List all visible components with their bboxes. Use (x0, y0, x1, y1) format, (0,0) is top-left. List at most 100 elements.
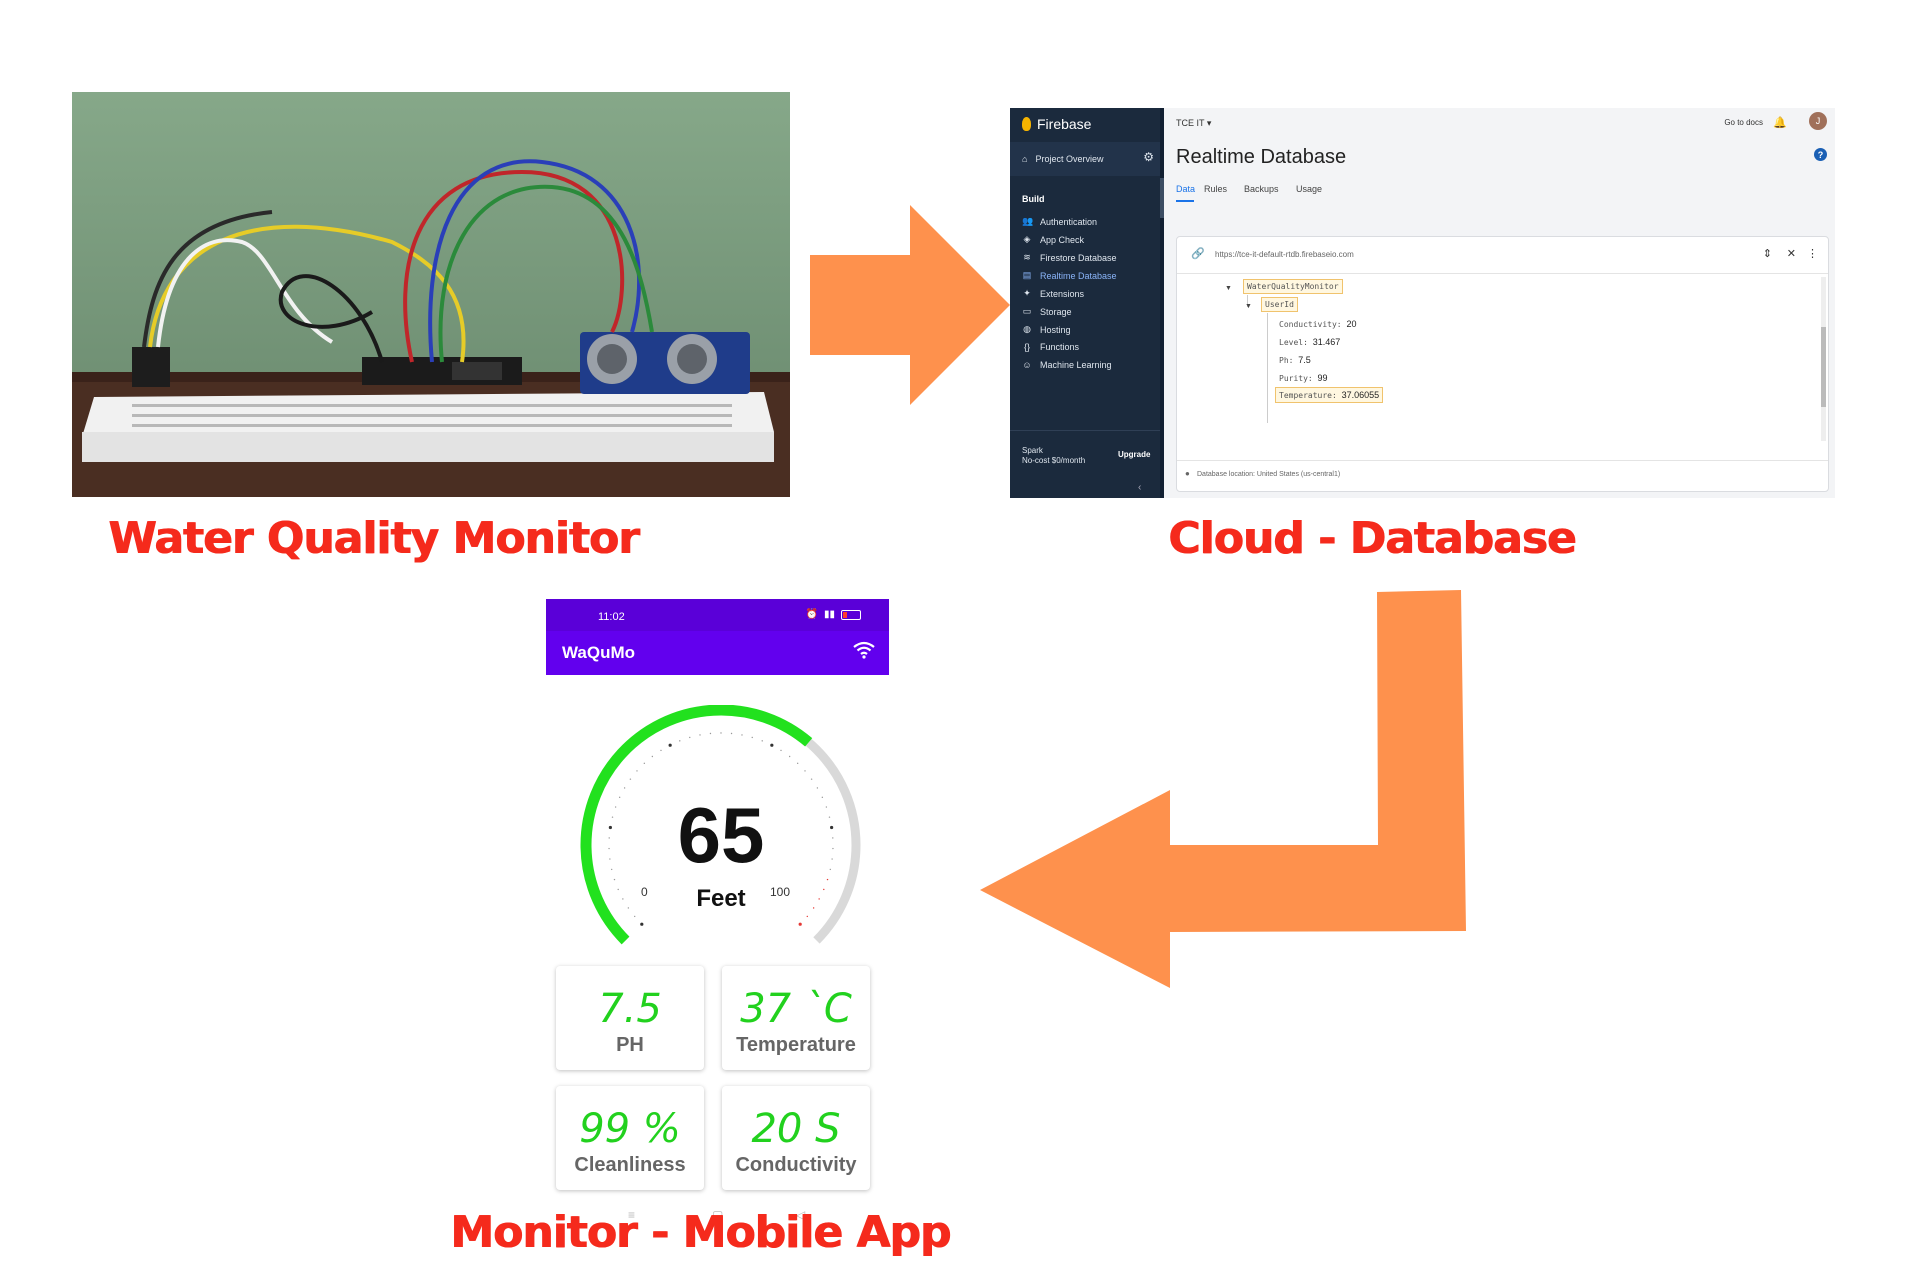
functions-icon: {} (1023, 342, 1030, 352)
collapse-icon[interactable]: ✕ (1787, 247, 1796, 260)
database-footer: ● Database location: United States (us-c… (1177, 460, 1828, 491)
sidebar-item-machine-learning[interactable]: ☺ Machine Learning (1022, 360, 1111, 370)
tree-field-level[interactable]: Level: 31.467 (1279, 337, 1340, 347)
gauge-tick (623, 787, 626, 789)
database-url[interactable]: https://tce-it-default-rtdb.firebaseio.c… (1215, 250, 1354, 259)
firebase-sidebar: Firebase ⌂ Project Overview ⚙ Build 👥 Aut… (1010, 108, 1164, 498)
chevron-left-icon[interactable]: ‹ (1138, 482, 1141, 493)
caption-cloud-database: Cloud - Database (1168, 513, 1576, 564)
tab-rules[interactable]: Rules (1204, 184, 1227, 194)
field-key: Level (1279, 338, 1304, 347)
gauge-tick (751, 736, 753, 739)
caret-down-icon[interactable]: ▼ (1245, 303, 1252, 310)
sidebar-item-functions[interactable]: {} Functions (1022, 342, 1079, 352)
go-to-docs-link[interactable]: Go to docs (1724, 118, 1763, 127)
sidebar-item-hosting[interactable]: ◍ Hosting (1022, 324, 1071, 335)
cleanliness-value: 99 % (579, 1106, 681, 1152)
status-icons: ⏰ ▮▮ (806, 609, 861, 620)
tree-node-root-label: WaterQualityMonitor (1247, 282, 1339, 291)
gauge-tick (668, 743, 672, 747)
help-icon[interactable]: ? (1814, 148, 1827, 161)
gauge-tick (804, 770, 806, 772)
project-selector[interactable]: TCE IT ▾ (1176, 118, 1211, 129)
sidebar-item-label: Storage (1040, 306, 1072, 317)
sidebar-item-storage[interactable]: ▭ Storage (1022, 306, 1072, 317)
arrow-elbow-left (970, 590, 1470, 1000)
gauge-value: 65 (677, 791, 765, 879)
tree-field-conductivity[interactable]: Conductivity: 20 (1279, 319, 1356, 329)
gear-icon[interactable]: ⚙ (1143, 150, 1154, 164)
robot-icon: ☺ (1022, 360, 1032, 370)
wifi-icon[interactable] (853, 641, 875, 664)
avatar[interactable]: J (1809, 112, 1827, 130)
location-pin-icon: ● (1185, 469, 1190, 478)
gauge-tick (741, 734, 743, 736)
shield-icon: ◈ (1023, 234, 1031, 244)
gauge-max-label: 100 (770, 885, 791, 899)
project-overview-item[interactable]: ⌂ Project Overview (1010, 142, 1160, 176)
gauge-tick (798, 922, 802, 926)
tab-data[interactable]: Data (1176, 184, 1195, 194)
puzzle-icon: ✦ (1023, 288, 1031, 298)
gauge-tick (816, 787, 819, 789)
ph-value: 7.5 (598, 986, 662, 1032)
tree-node-userid[interactable]: UserId (1261, 297, 1298, 312)
tree-field-purity[interactable]: Purity: 99 (1279, 373, 1328, 383)
gauge-tick (699, 734, 701, 736)
caption-monitor-mobile-app: Monitor - Mobile App (450, 1207, 951, 1258)
build-heading: Build (1022, 194, 1045, 204)
upgrade-button[interactable]: Upgrade (1118, 450, 1150, 459)
project-name: TCE IT (1176, 118, 1205, 128)
sidebar-item-authentication[interactable]: 👥 Authentication (1022, 216, 1097, 227)
alarm-icon: ⏰ (805, 609, 818, 620)
firebase-brand: Firebase (1022, 116, 1091, 132)
tree-scrollbar[interactable] (1821, 277, 1826, 441)
bell-icon[interactable]: 🔔 (1773, 116, 1787, 129)
field-value: 99 (1317, 373, 1328, 383)
gauge-tick (634, 915, 636, 918)
stat-card-cleanliness[interactable]: 99 % Cleanliness (556, 1086, 704, 1190)
active-tab-indicator (1176, 200, 1194, 202)
temperature-label: Temperature (736, 1034, 856, 1056)
tree-field-ph[interactable]: Ph: 7.5 (1279, 355, 1311, 365)
sidebar-item-label: Functions (1040, 342, 1080, 352)
sidebar-item-extensions[interactable]: ✦ Extensions (1022, 288, 1084, 299)
firebase-console-screenshot: Firebase ⌂ Project Overview ⚙ Build 👥 Aut… (1010, 108, 1835, 498)
expand-icon[interactable]: ⇕ (1763, 247, 1772, 260)
database-location: Database location: United States (us-cen… (1197, 471, 1341, 478)
sidebar-item-app-check[interactable]: ◈ App Check (1022, 234, 1085, 245)
tab-backups[interactable]: Backups (1244, 184, 1279, 194)
firebase-flame-icon (1022, 117, 1031, 131)
cleanliness-label: Cleanliness (574, 1154, 686, 1176)
sidebar-item-firestore[interactable]: ≋ Firestore Database (1022, 252, 1116, 263)
gauge-tick (679, 740, 681, 742)
gauge-tick (629, 778, 632, 780)
link-icon[interactable]: 🔗 (1191, 247, 1205, 260)
tree-node-root[interactable]: WaterQualityMonitor (1243, 279, 1343, 294)
level-gauge: 65 Feet 0 100 (566, 704, 876, 975)
sidebar-item-realtime-database[interactable]: ▤ Realtime Database (1022, 270, 1117, 281)
stat-card-temperature[interactable]: 37 `C Temperature (722, 966, 870, 1070)
plan-info: Spark No-cost $0/month (1022, 446, 1085, 466)
field-value: 31.467 (1312, 337, 1341, 347)
stat-card-ph[interactable]: 7.5 PH (556, 966, 704, 1070)
arrow-right (810, 205, 1010, 405)
field-key: Temperature (1279, 391, 1332, 400)
tree-field-temperature[interactable]: Temperature: 37.06055 (1275, 387, 1384, 403)
sidebar-item-label: Hosting (1040, 324, 1071, 335)
gauge-tick (730, 732, 733, 735)
caret-down-icon[interactable]: ▼ (1225, 285, 1232, 292)
stat-card-conductivity[interactable]: 20 S Conductivity (722, 1086, 870, 1190)
more-vert-icon[interactable]: ⋮ (1807, 247, 1818, 260)
gauge-tick (761, 740, 763, 742)
conductivity-label: Conductivity (735, 1154, 857, 1176)
temperature-value: 37 `C (740, 986, 852, 1032)
firestore-icon: ≋ (1023, 252, 1031, 262)
people-icon: 👥 (1022, 216, 1034, 226)
database-card: 🔗 https://tce-it-default-rtdb.firebaseio… (1176, 236, 1829, 492)
gauge-tick (770, 743, 774, 747)
gauge-tick (780, 749, 782, 752)
tab-usage[interactable]: Usage (1296, 184, 1322, 194)
status-time: 11:02 (598, 611, 625, 623)
database-icon: ▤ (1022, 270, 1032, 280)
